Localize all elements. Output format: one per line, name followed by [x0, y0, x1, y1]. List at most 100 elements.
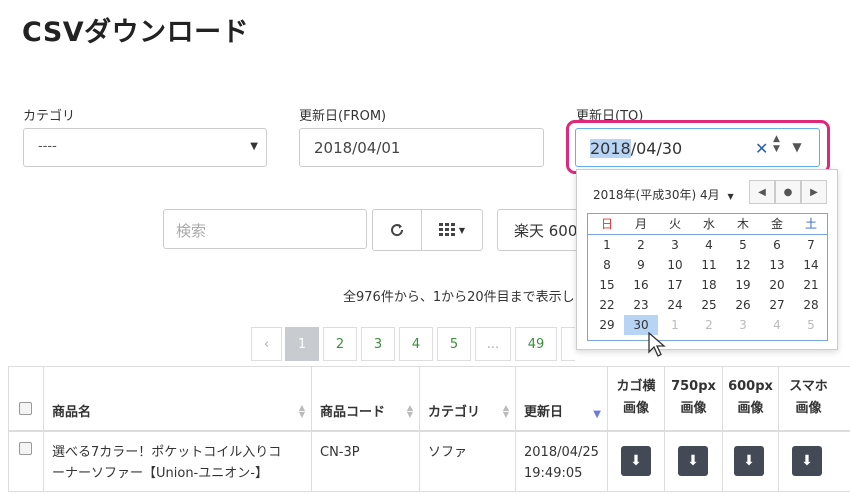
- download-cago-button[interactable]: ⬇: [621, 446, 651, 476]
- header-code[interactable]: 商品コード ▲ ▼: [311, 366, 419, 432]
- calendar-day[interactable]: 19: [726, 275, 760, 295]
- calendar-day[interactable]: 5: [726, 235, 760, 255]
- calendar-day[interactable]: 4: [692, 235, 726, 255]
- calendar-next-button[interactable]: ▶: [801, 180, 827, 204]
- calendar-day[interactable]: 16: [624, 275, 658, 295]
- download-600-button[interactable]: ⬇: [734, 446, 764, 476]
- calendar-day[interactable]: 3: [726, 315, 760, 335]
- calendar-day[interactable]: 20: [760, 275, 794, 295]
- calendar-month-title[interactable]: 2018年(平成30年) 4月 ▼: [593, 186, 734, 203]
- calendar-weekday: 金: [770, 217, 783, 231]
- pager-page-3[interactable]: 3: [361, 327, 395, 361]
- calendar-day[interactable]: 26: [726, 295, 760, 315]
- calendar-day[interactable]: 13: [760, 255, 794, 275]
- category-select[interactable]: ---- ▼: [23, 128, 267, 167]
- calendar-day[interactable]: 7: [794, 235, 828, 255]
- sort-icon: ▲ ▼: [406, 403, 413, 419]
- chevron-right-icon: ▶: [810, 186, 818, 198]
- calendar-month-label: 2018年(平成30年) 4月: [593, 188, 720, 202]
- pager-page-1[interactable]: 1: [285, 327, 319, 361]
- calendar-day[interactable]: 1: [590, 235, 624, 255]
- category-label: カテゴリ: [23, 109, 76, 124]
- calendar-day[interactable]: 18: [692, 275, 726, 295]
- calendar-day[interactable]: 22: [590, 295, 624, 315]
- calendar-day[interactable]: 17: [658, 275, 692, 295]
- calendar-day[interactable]: 29: [590, 315, 624, 335]
- download-icon: ⬇: [630, 453, 642, 469]
- header-750-image: 750px 画像: [664, 366, 722, 432]
- header-category[interactable]: カテゴリ ▲ ▼: [419, 366, 515, 432]
- calendar-today-button[interactable]: ●: [775, 180, 801, 204]
- row-name-line2: ーナーソファー【Union-ユニオン-】: [52, 466, 268, 481]
- header-600-line2: 画像: [737, 401, 764, 416]
- dropdown-arrow-icon[interactable]: ▼: [786, 137, 808, 157]
- calendar-day[interactable]: 3: [658, 235, 692, 255]
- row-name-line1: 選べる7カラー！ポケットコイル入りコ: [52, 445, 282, 460]
- calendar-day[interactable]: 12: [726, 255, 760, 275]
- header-category-label: カテゴリ: [428, 405, 481, 420]
- calendar-day[interactable]: 8: [590, 255, 624, 275]
- sort-icon: ▲ ▼: [298, 403, 305, 419]
- calendar-weekday: 木: [736, 217, 749, 231]
- calendar-day[interactable]: 27: [760, 295, 794, 315]
- calendar-weekday: 火: [668, 217, 681, 231]
- sort-desc-icon: ▼: [593, 409, 601, 420]
- pager-page-5[interactable]: 5: [437, 327, 471, 361]
- header-750-line1: 750px: [671, 379, 716, 394]
- sort-icon: ▲ ▼: [502, 403, 509, 419]
- from-date-input[interactable]: 2018/04/01: [299, 128, 544, 167]
- download-icon: ⬇: [743, 453, 755, 469]
- calendar-day[interactable]: 9: [624, 255, 658, 275]
- row-category: ソファ: [419, 432, 515, 492]
- calendar-day[interactable]: 14: [794, 255, 828, 275]
- columns-button[interactable]: ▼: [421, 209, 483, 251]
- search-input[interactable]: 検索: [163, 209, 367, 249]
- row-updated-time: 19:49:05: [524, 466, 583, 481]
- calendar-day[interactable]: 21: [794, 275, 828, 295]
- category-select-value: ----: [38, 139, 57, 154]
- caret-down-icon: ▼: [250, 141, 258, 152]
- row-checkbox[interactable]: [19, 442, 32, 455]
- calendar-day[interactable]: 2: [692, 315, 726, 335]
- spinner-icon[interactable]: ▲ ▼: [773, 134, 780, 154]
- calendar-day[interactable]: 11: [692, 255, 726, 275]
- pager-prev[interactable]: ‹: [251, 327, 282, 361]
- calendar-day[interactable]: 15: [590, 275, 624, 295]
- download-sp-button[interactable]: ⬇: [792, 446, 822, 476]
- calendar-weekday: 日: [600, 217, 613, 231]
- pager-page-4[interactable]: 4: [399, 327, 433, 361]
- calendar-day[interactable]: 10: [658, 255, 692, 275]
- calendar-prev-button[interactable]: ◀: [749, 180, 775, 204]
- calendar-day[interactable]: 6: [760, 235, 794, 255]
- row-select-cell: [8, 432, 43, 492]
- header-updated[interactable]: 更新日 ▼: [515, 366, 607, 432]
- pager-page-2[interactable]: 2: [323, 327, 357, 361]
- caret-down-icon: ▼: [727, 192, 734, 201]
- shop-select-button[interactable]: 楽天 600: [497, 209, 587, 251]
- calendar-day[interactable]: 25: [692, 295, 726, 315]
- pager-next[interactable]: [561, 327, 575, 361]
- to-date-input[interactable]: 2018/04/30: [575, 128, 820, 167]
- calendar-day[interactable]: 28: [794, 295, 828, 315]
- calendar-day[interactable]: 2: [624, 235, 658, 255]
- refresh-button[interactable]: [372, 209, 422, 251]
- header-sp-line2: 画像: [795, 401, 822, 416]
- header-code-label: 商品コード: [320, 405, 386, 420]
- header-name[interactable]: 商品名 ▲ ▼: [43, 366, 311, 432]
- header-updated-label: 更新日: [524, 405, 564, 420]
- select-all-checkbox[interactable]: [19, 402, 32, 415]
- grid-icon: [438, 223, 455, 236]
- calendar-day[interactable]: 24: [658, 295, 692, 315]
- calendar-day[interactable]: 23: [624, 295, 658, 315]
- to-date-rest: /04/30: [630, 139, 683, 158]
- header-select-all: [8, 366, 43, 432]
- calendar-day[interactable]: 4: [760, 315, 794, 335]
- clear-icon[interactable]: ✕: [755, 139, 768, 158]
- download-750-button[interactable]: ⬇: [678, 446, 708, 476]
- pager-page-last[interactable]: 49: [515, 327, 557, 361]
- row-updated: 2018/04/25 19:49:05: [515, 432, 607, 492]
- calendar-weekday: 土: [804, 217, 817, 231]
- calendar-day[interactable]: 5: [794, 315, 828, 335]
- row-code: CN-3P: [311, 432, 419, 492]
- result-summary: 全976件から、1から20件目まで表示し: [343, 290, 575, 305]
